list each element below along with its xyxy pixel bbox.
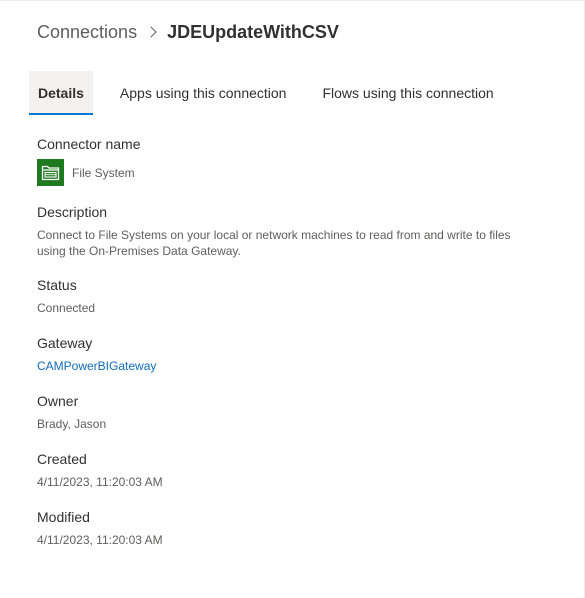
gateway-link[interactable]: CAMPowerBIGateway <box>37 357 567 375</box>
created-label: Created <box>37 451 87 467</box>
top-divider <box>0 0 585 1</box>
owner-value: Brady, Jason <box>37 417 107 431</box>
details-panel: Connector name File System Description C… <box>37 134 567 565</box>
chevron-right-icon <box>142 20 164 44</box>
tab-apps-using-connection[interactable]: Apps using this connection <box>111 71 296 115</box>
description-value: Connect to File Systems on your local or… <box>37 228 511 258</box>
gateway-field: Gateway CAMPowerBIGateway <box>37 333 567 375</box>
gateway-label: Gateway <box>37 335 93 351</box>
tab-flows-using-connection[interactable]: Flows using this connection <box>313 71 502 115</box>
owner-label: Owner <box>37 393 79 409</box>
connector-name-value: File System <box>72 165 135 180</box>
modified-value: 4/11/2023, 11:20:03 AM <box>37 533 163 547</box>
connector-row: File System <box>37 159 567 186</box>
modified-label: Modified <box>37 509 90 525</box>
modified-field: Modified 4/11/2023, 11:20:03 AM <box>37 507 567 549</box>
status-field: Status Connected <box>37 275 567 317</box>
connector-field: Connector name File System <box>37 134 567 186</box>
connector-name-label: Connector name <box>37 136 141 152</box>
page-title: JDEUpdateWithCSV <box>167 21 339 42</box>
created-field: Created 4/11/2023, 11:20:03 AM <box>37 449 567 491</box>
tab-details[interactable]: Details <box>29 71 93 115</box>
owner-field: Owner Brady, Jason <box>37 391 567 433</box>
breadcrumb-connections-link[interactable]: Connections <box>37 22 137 43</box>
folder-icon <box>37 159 64 186</box>
breadcrumb: Connections JDEUpdateWithCSV <box>37 20 339 44</box>
created-value: 4/11/2023, 11:20:03 AM <box>37 475 163 489</box>
description-label: Description <box>37 204 108 220</box>
status-value: Connected <box>37 301 96 315</box>
description-field: Description Connect to File Systems on y… <box>37 202 567 259</box>
status-label: Status <box>37 277 77 293</box>
tab-bar: Details Apps using this connection Flows… <box>29 71 503 115</box>
